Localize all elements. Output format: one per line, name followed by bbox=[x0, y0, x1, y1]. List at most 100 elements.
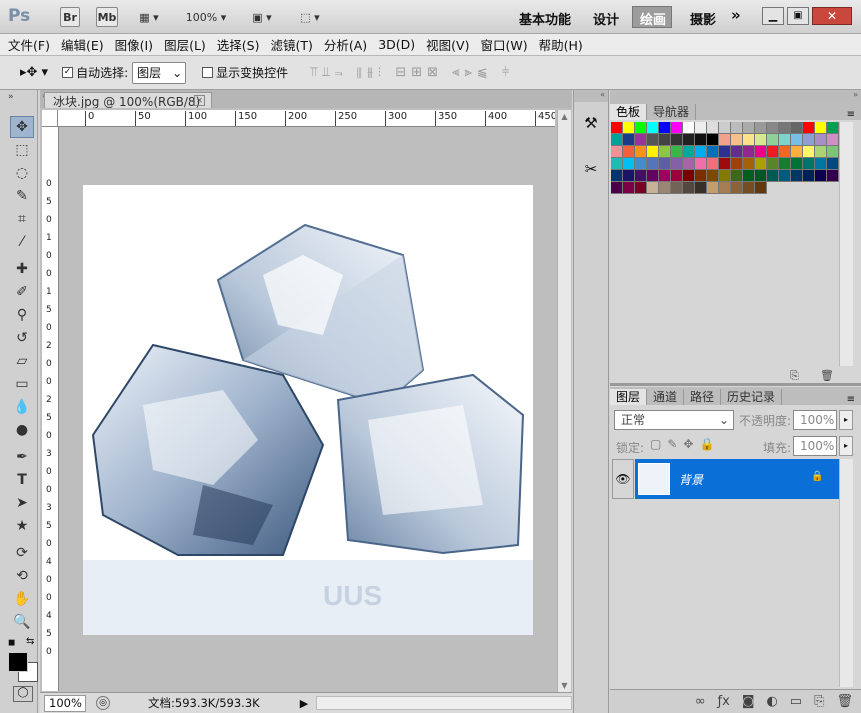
swatch-cell[interactable] bbox=[767, 158, 779, 170]
layers-panel-menu-icon[interactable]: ≡ bbox=[847, 394, 861, 405]
swatch-cell[interactable] bbox=[707, 134, 719, 146]
swatch-cell[interactable] bbox=[635, 146, 647, 158]
workspace-design[interactable]: 设计 bbox=[593, 9, 619, 28]
swatch-cell[interactable] bbox=[683, 182, 695, 194]
screen-mode-dropdown[interactable]: ⬚ ▾ bbox=[292, 7, 328, 27]
swatch-cell[interactable] bbox=[671, 122, 683, 134]
swatch-cell[interactable] bbox=[815, 158, 827, 170]
ruler-origin[interactable] bbox=[42, 110, 58, 127]
swatch-cell[interactable] bbox=[671, 158, 683, 170]
swatch-cell[interactable] bbox=[707, 170, 719, 182]
mini-bridge-button[interactable]: Mb bbox=[96, 7, 118, 27]
history-brush-tool-icon[interactable]: ↺ bbox=[10, 327, 34, 349]
swatch-cell[interactable] bbox=[611, 122, 623, 134]
move-tool-preset-icon[interactable]: ▸✥ ▾ bbox=[20, 65, 48, 80]
swatch-cell[interactable] bbox=[635, 182, 647, 194]
quick-select-tool-icon[interactable]: ✎ bbox=[10, 185, 34, 207]
tab-layers[interactable]: 图层 bbox=[610, 389, 648, 405]
tab-channels[interactable]: 通道 bbox=[647, 389, 685, 405]
path-select-tool-icon[interactable]: ➤ bbox=[10, 492, 34, 514]
swatch-cell[interactable] bbox=[731, 170, 743, 182]
swatch-cell[interactable] bbox=[659, 122, 671, 134]
swatch-cell[interactable] bbox=[683, 158, 695, 170]
swatch-cell[interactable] bbox=[827, 158, 839, 170]
workspace-painting[interactable]: 绘画 bbox=[640, 9, 666, 28]
swatch-cell[interactable] bbox=[719, 146, 731, 158]
zoom-field[interactable]: 100% bbox=[44, 694, 86, 712]
swatch-cell[interactable] bbox=[743, 170, 755, 182]
swatch-cell[interactable] bbox=[719, 170, 731, 182]
hand-tool-icon[interactable]: ✋ bbox=[10, 588, 34, 610]
foreground-color-swatch[interactable] bbox=[8, 652, 28, 672]
swatch-cell[interactable] bbox=[731, 134, 743, 146]
tool-presets-icon[interactable]: ⚒ bbox=[580, 114, 602, 136]
swatch-cell[interactable] bbox=[827, 122, 839, 134]
eraser-tool-icon[interactable]: ▱ bbox=[10, 350, 34, 372]
swatch-cell[interactable] bbox=[623, 182, 635, 194]
swatch-cell[interactable] bbox=[635, 170, 647, 182]
lasso-tool-icon[interactable]: ◌ bbox=[10, 162, 34, 184]
swatch-scrollbar[interactable] bbox=[839, 122, 853, 366]
swatch-cell[interactable] bbox=[755, 170, 767, 182]
spot-healing-tool-icon[interactable]: ✚ bbox=[10, 258, 34, 280]
swatch-cell[interactable] bbox=[755, 146, 767, 158]
swatch-cell[interactable] bbox=[791, 158, 803, 170]
delete-swatch-icon[interactable]: 🗑 bbox=[820, 369, 834, 382]
swatch-cell[interactable] bbox=[815, 134, 827, 146]
swatch-cell[interactable] bbox=[659, 170, 671, 182]
zoom-dropdown[interactable]: 100% ▾ bbox=[180, 7, 232, 27]
gradient-tool-icon[interactable]: ▭ bbox=[10, 373, 34, 395]
swatch-cell[interactable] bbox=[659, 134, 671, 146]
status-menu-arrow[interactable]: ▶ bbox=[300, 697, 308, 710]
swatch-cell[interactable] bbox=[695, 182, 707, 194]
horizontal-scrollbar[interactable] bbox=[316, 696, 572, 710]
swatch-panel-menu-icon[interactable]: ≡ bbox=[847, 109, 861, 120]
shape-tool-icon[interactable]: ★ bbox=[10, 515, 34, 537]
swatch-cell[interactable] bbox=[803, 146, 815, 158]
swatch-cell[interactable] bbox=[659, 182, 671, 194]
swatch-cell[interactable] bbox=[755, 182, 767, 194]
swatch-cell[interactable] bbox=[743, 182, 755, 194]
menu-filter[interactable]: 滤镜(T) bbox=[270, 35, 312, 54]
swatch-cell[interactable] bbox=[707, 146, 719, 158]
delete-layer-icon[interactable]: 🗑 bbox=[836, 694, 853, 709]
swatch-cell[interactable] bbox=[731, 146, 743, 158]
swatch-cell[interactable] bbox=[815, 122, 827, 134]
swatch-cell[interactable] bbox=[623, 170, 635, 182]
swatch-cell[interactable] bbox=[683, 122, 695, 134]
clone-stamp-tool-icon[interactable]: ⚲ bbox=[10, 304, 34, 326]
swatch-cell[interactable] bbox=[635, 122, 647, 134]
menu-image[interactable]: 图像(I) bbox=[115, 35, 153, 54]
swatch-cell[interactable] bbox=[779, 146, 791, 158]
swatch-cell[interactable] bbox=[755, 134, 767, 146]
swatch-cell[interactable] bbox=[767, 170, 779, 182]
swatch-cell[interactable] bbox=[743, 146, 755, 158]
more-workspaces-button[interactable]: » bbox=[731, 6, 741, 24]
maximize-button[interactable]: ▣ bbox=[787, 7, 809, 25]
swatch-cell[interactable] bbox=[803, 122, 815, 134]
swatch-cell[interactable] bbox=[755, 122, 767, 134]
swatch-cell[interactable] bbox=[803, 134, 815, 146]
swatch-cell[interactable] bbox=[647, 122, 659, 134]
opacity-field[interactable]: 100% bbox=[793, 410, 837, 430]
new-layer-icon[interactable]: ⎘ bbox=[814, 694, 824, 709]
swatch-cell[interactable] bbox=[647, 146, 659, 158]
swatch-cell[interactable] bbox=[791, 134, 803, 146]
tab-swatches[interactable]: 色板 bbox=[610, 104, 648, 120]
3d-orbit-tool-icon[interactable]: ⟲ bbox=[10, 565, 34, 587]
swatch-cell[interactable] bbox=[767, 134, 779, 146]
layer-row-background[interactable]: 背景 🔒 bbox=[635, 459, 839, 499]
pen-tool-icon[interactable]: ✒ bbox=[10, 446, 34, 468]
swatch-cell[interactable] bbox=[647, 158, 659, 170]
swatch-cell[interactable] bbox=[707, 158, 719, 170]
swatch-cell[interactable] bbox=[827, 134, 839, 146]
align-icons[interactable]: ⫪⫫⫬ ⫴⫵⫶ ⊟⊞⊠ ⫷⫸⫹ ⫩ bbox=[310, 65, 514, 80]
auto-select-checkbox[interactable]: ✓ bbox=[62, 67, 74, 78]
swatch-cell[interactable] bbox=[803, 170, 815, 182]
arrange-documents-dropdown[interactable]: ▣ ▾ bbox=[244, 7, 280, 27]
document-image[interactable]: UUS bbox=[83, 185, 533, 635]
swatch-cell[interactable] bbox=[827, 146, 839, 158]
menu-edit[interactable]: 编辑(E) bbox=[61, 35, 104, 54]
swatch-cell[interactable] bbox=[791, 146, 803, 158]
swatch-cell[interactable] bbox=[743, 158, 755, 170]
